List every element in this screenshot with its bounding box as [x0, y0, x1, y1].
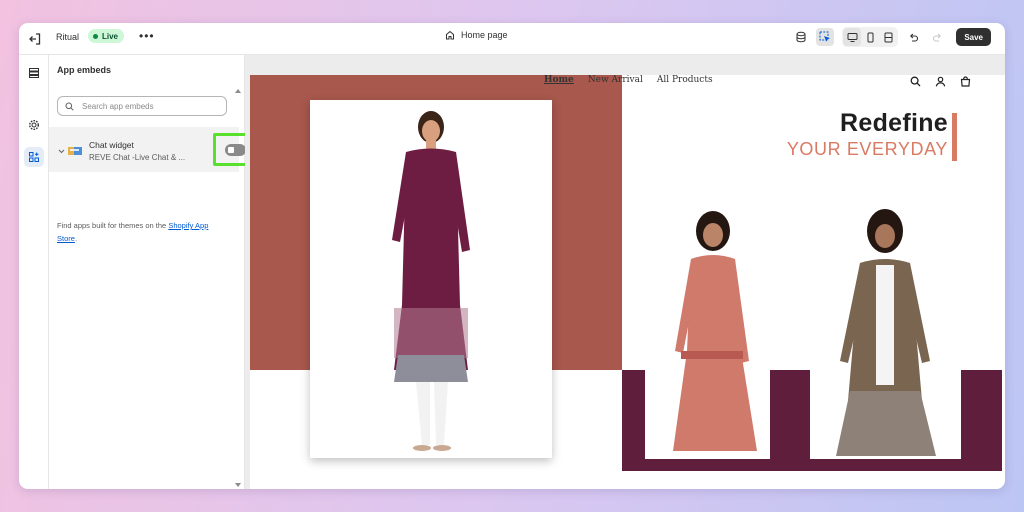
embed-name: Chat widget — [89, 140, 134, 150]
page-selector[interactable]: Home page — [445, 30, 508, 40]
chat-app-icon — [68, 147, 82, 155]
more-actions-button[interactable]: ••• — [139, 29, 155, 43]
status-badge: Live — [88, 29, 125, 43]
model-photo-maroon-kurta — [392, 111, 470, 451]
theme-editor-window: Ritual Live ••• Home page Save App embed… — [19, 23, 1005, 489]
topbar-actions: Save — [786, 27, 991, 47]
undo-icon[interactable] — [904, 28, 922, 46]
cart-icon[interactable] — [960, 76, 971, 87]
embed-description: REVE Chat -Live Chat & ... — [89, 153, 186, 162]
storefront-nav: Home New Arrival All Products — [544, 75, 727, 89]
scroll-up-arrow-icon[interactable] — [235, 89, 241, 93]
storefront-nav-icons — [896, 76, 971, 87]
model-photo-brown-jacket — [836, 209, 936, 456]
storefront-page: Home New Arrival All Products Redefine Y… — [250, 75, 1005, 489]
desktop-icon[interactable] — [843, 28, 862, 46]
scroll-down-arrow-icon[interactable] — [235, 483, 241, 487]
nav-all-products[interactable]: All Products — [657, 75, 713, 89]
account-icon[interactable] — [935, 76, 946, 87]
redo-icon[interactable] — [928, 28, 946, 46]
left-rail — [19, 55, 49, 489]
home-icon — [446, 30, 454, 40]
panel-title: App embeds — [57, 65, 112, 75]
store-name[interactable]: Ritual — [56, 32, 79, 42]
storefront-preview: Home New Arrival All Products Redefine Y… — [245, 55, 1005, 489]
product-image-brown-jacket[interactable] — [810, 201, 961, 459]
product-image-kurta[interactable] — [310, 100, 552, 458]
apps-icon[interactable] — [24, 147, 44, 167]
chevron-down-icon[interactable] — [58, 149, 65, 154]
hint-end: . — [74, 234, 78, 243]
database-icon[interactable] — [792, 28, 810, 46]
nav-new-arrival[interactable]: New Arrival — [588, 75, 643, 89]
app-embeds-panel: App embeds Search app embeds Chat widget… — [49, 55, 255, 489]
embed-toggle[interactable] — [225, 144, 246, 156]
viewport-switcher — [842, 27, 899, 47]
hero-subheadline: YOUR EVERYDAY — [786, 139, 948, 159]
hero-headline: Redefine — [840, 109, 948, 137]
app-store-hint: Find apps built for themes on the Shopif… — [57, 219, 227, 245]
settings-icon[interactable] — [24, 115, 44, 135]
app-embed-item[interactable]: Chat widget REVE Chat -Live Chat & ... — [49, 127, 255, 172]
page-name: Home page — [461, 30, 508, 40]
headline-accent-bar — [952, 113, 957, 161]
search-icon[interactable] — [910, 76, 921, 87]
status-dot-icon — [93, 33, 98, 39]
status-label: Live — [102, 31, 119, 41]
save-button[interactable]: Save — [956, 28, 991, 46]
select-icon[interactable] — [816, 28, 835, 46]
fullscreen-icon[interactable] — [879, 28, 897, 46]
exit-icon[interactable] — [27, 31, 43, 47]
mobile-icon[interactable] — [861, 28, 879, 46]
hint-text: Find apps built for themes on the — [57, 221, 169, 230]
search-input[interactable]: Search app embeds — [57, 96, 227, 116]
model-photo-coral-dress — [673, 211, 757, 451]
search-placeholder: Search app embeds — [82, 101, 154, 111]
product-image-coral-dress[interactable] — [645, 201, 770, 459]
nav-home[interactable]: Home — [544, 75, 574, 89]
search-icon — [65, 102, 74, 111]
top-bar: Ritual Live ••• Home page Save — [19, 23, 1005, 55]
sections-icon[interactable] — [24, 63, 44, 83]
